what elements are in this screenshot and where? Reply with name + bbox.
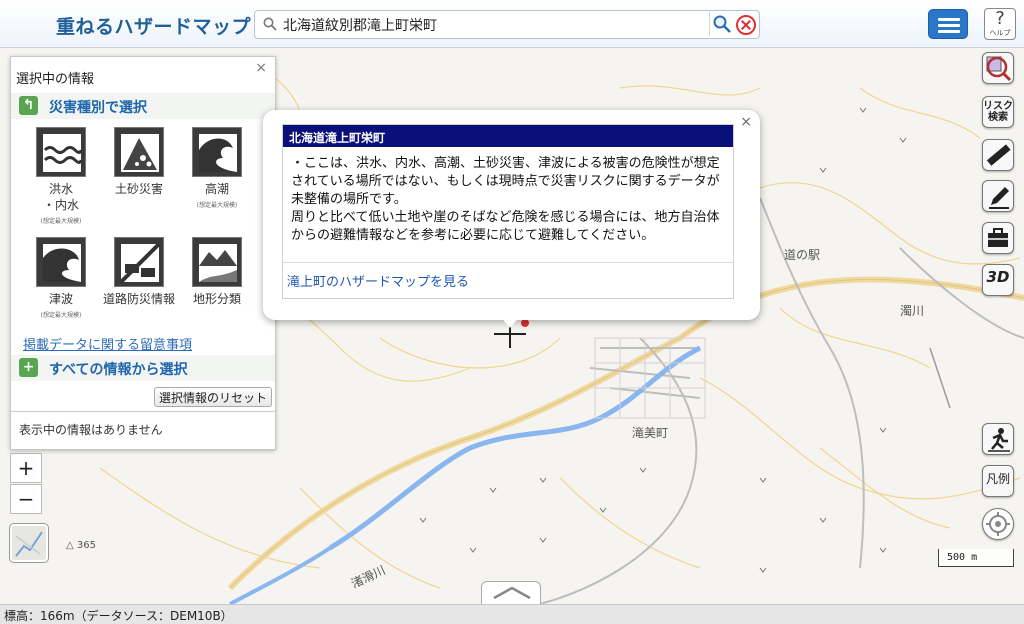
map-label-nigorikawa: 濁川 [900, 304, 925, 318]
help-label: ヘルプ [989, 29, 1011, 37]
landslide-icon-graphic [121, 134, 159, 172]
hazard-flood-note: (想定最大規模) [40, 218, 82, 225]
expand-panel-tab[interactable] [481, 581, 541, 605]
select-all-label: すべての情報から選択 [49, 362, 188, 378]
hazard-tsunami-label: 津波 [48, 292, 73, 306]
3d-label: 3D [986, 268, 1010, 286]
help-button[interactable]: ? ヘルプ [984, 8, 1016, 40]
draw-tool[interactable] [982, 180, 1014, 212]
plus-icon: + [19, 358, 38, 377]
header-bar: 重ねるハザードマップ ? ヘルプ [0, 0, 1024, 48]
flood-icon [36, 127, 86, 177]
zoom-out-button[interactable]: − [10, 484, 42, 514]
popup-pointer [500, 316, 520, 328]
hazard-storm-surge-label: 高潮 [204, 182, 229, 196]
storm-surge-icon [192, 127, 242, 177]
toolbox-icon [988, 228, 1008, 247]
hazard-tsunami-button[interactable]: 津波 (想定最大規模) [21, 237, 101, 319]
search-box [254, 10, 760, 39]
arrow-back-icon: ↰ [19, 96, 38, 115]
hazard-flood-label: 洪水 ・内水 [42, 182, 79, 212]
target-icon [986, 512, 1010, 536]
terrain-icon [192, 237, 242, 287]
search-map-tool[interactable] [982, 52, 1014, 84]
app-title[interactable]: 重ねるハザードマップ [56, 12, 251, 39]
hamburger-icon-line [938, 24, 960, 27]
legend-label: 凡例 [985, 472, 1010, 486]
selection-panel: 選択中の情報 × ↰ 災害種別で選択 洪水 ・内水 (想定最大規模) 土砂災害 [10, 56, 276, 450]
map-label-takimicho: 滝美町 [632, 426, 669, 440]
zoom-in-button[interactable]: + [10, 453, 42, 483]
panel-divider [11, 411, 275, 412]
data-notice-link[interactable]: 掲載データに関する留意事項 [23, 334, 192, 353]
risk-search-label: リスク 検索 [983, 101, 1013, 123]
map-magnifier-icon [986, 56, 1012, 82]
legend-tool[interactable]: 凡例 [982, 465, 1014, 497]
road-disaster-icon [114, 237, 164, 287]
hazard-storm-surge-note: (想定最大規模) [196, 202, 238, 209]
popup-text-risk: ・ここは、洪水、内水、高潮、土砂災害、津波による被害の危険性が想定されている場所… [291, 156, 720, 207]
location-marker [521, 319, 529, 327]
magnifier-icon [713, 15, 731, 33]
terrain-icon-graphic [199, 244, 237, 282]
search-icon [263, 17, 277, 31]
location-popup: × 北海道滝上町栄町 ・ここは、洪水、内水、高潮、土砂災害、津波による被害の危険… [263, 110, 760, 320]
hazard-road-button[interactable]: 道路防災情報 [99, 237, 179, 307]
scale-bar: 500 m [938, 549, 1014, 567]
search-input[interactable] [283, 14, 703, 36]
select-by-type-label: 災害種別で選択 [49, 100, 147, 116]
panel-close-button[interactable]: × [255, 60, 267, 76]
hazard-tsunami-note: (想定最大規模) [40, 312, 82, 319]
hazard-road-label: 道路防災情報 [102, 292, 175, 306]
flood-icon-graphic [43, 134, 83, 172]
landslide-icon [114, 127, 164, 177]
popup-title: 北海道滝上町栄町 [283, 125, 733, 147]
menu-button[interactable] [928, 9, 968, 39]
elevation-value: 365 [76, 540, 96, 551]
hazard-landslide-button[interactable]: 土砂災害 [99, 127, 179, 197]
popup-close-button[interactable]: × [740, 114, 752, 130]
tsunami-icon-graphic [43, 244, 81, 282]
pencil-icon [989, 187, 1009, 209]
ruler-icon [986, 144, 1011, 166]
minimap-thumbnail-icon [15, 531, 43, 557]
select-by-type-header[interactable]: ↰ 災害種別で選択 [11, 93, 275, 119]
storm-surge-icon-graphic [199, 134, 237, 172]
toolbox-tool[interactable] [982, 222, 1014, 254]
town-hazard-map-link[interactable]: 滝上町のハザードマップを見る [283, 263, 733, 298]
popup-content: 北海道滝上町栄町 ・ここは、洪水、内水、高潮、土砂災害、津波による被害の危険性が… [282, 124, 734, 299]
hazard-storm-surge-button[interactable]: 高潮 (想定最大規模) [177, 127, 257, 209]
measure-tool[interactable] [982, 139, 1014, 171]
search-button[interactable] [709, 12, 731, 36]
risk-search-tool[interactable]: リスク 検索 [982, 96, 1014, 128]
current-location-tool[interactable] [982, 508, 1014, 540]
base-map-switch[interactable] [9, 523, 49, 563]
popup-text-advice: 周りと比べて低い土地や崖のそばなど危険を感じる場合には、地方自治体からの避難情報… [291, 210, 720, 243]
chevron-up-icon [493, 586, 531, 600]
running-person-icon [988, 428, 1010, 452]
popup-body: ・ここは、洪水、内水、高潮、土砂災害、津波による被害の危険性が想定されている場所… [283, 147, 733, 263]
hazard-flood-button[interactable]: 洪水 ・内水 (想定最大規模) [21, 127, 101, 225]
hazard-terrain-button[interactable]: 地形分類 [177, 237, 257, 307]
select-all-header[interactable]: + すべての情報から選択 [11, 355, 275, 381]
elevation-point-label: △ 365 [66, 540, 96, 551]
hazard-terrain-label: 地形分類 [192, 292, 241, 306]
empty-info-message: 表示中の情報はありません [19, 423, 163, 437]
clear-search-button[interactable] [736, 15, 756, 35]
hamburger-icon [938, 18, 960, 21]
panel-title: 選択中の情報 [16, 72, 95, 87]
map-label-michi-no-eki: 道の駅 [784, 248, 821, 262]
tsunami-icon [36, 237, 86, 287]
reset-selection-button[interactable]: 選択情報のリセット [154, 387, 272, 407]
elevation-status-bar: 標高：166m（データソース：DEM10B） [0, 604, 1024, 624]
hamburger-icon-line [938, 30, 960, 33]
hazard-landslide-label: 土砂災害 [114, 182, 163, 196]
road-disaster-icon-graphic [119, 242, 161, 284]
3d-view-tool[interactable]: 3D [982, 264, 1014, 296]
evacuation-tool[interactable] [982, 423, 1014, 455]
question-icon: ? [995, 8, 1005, 29]
